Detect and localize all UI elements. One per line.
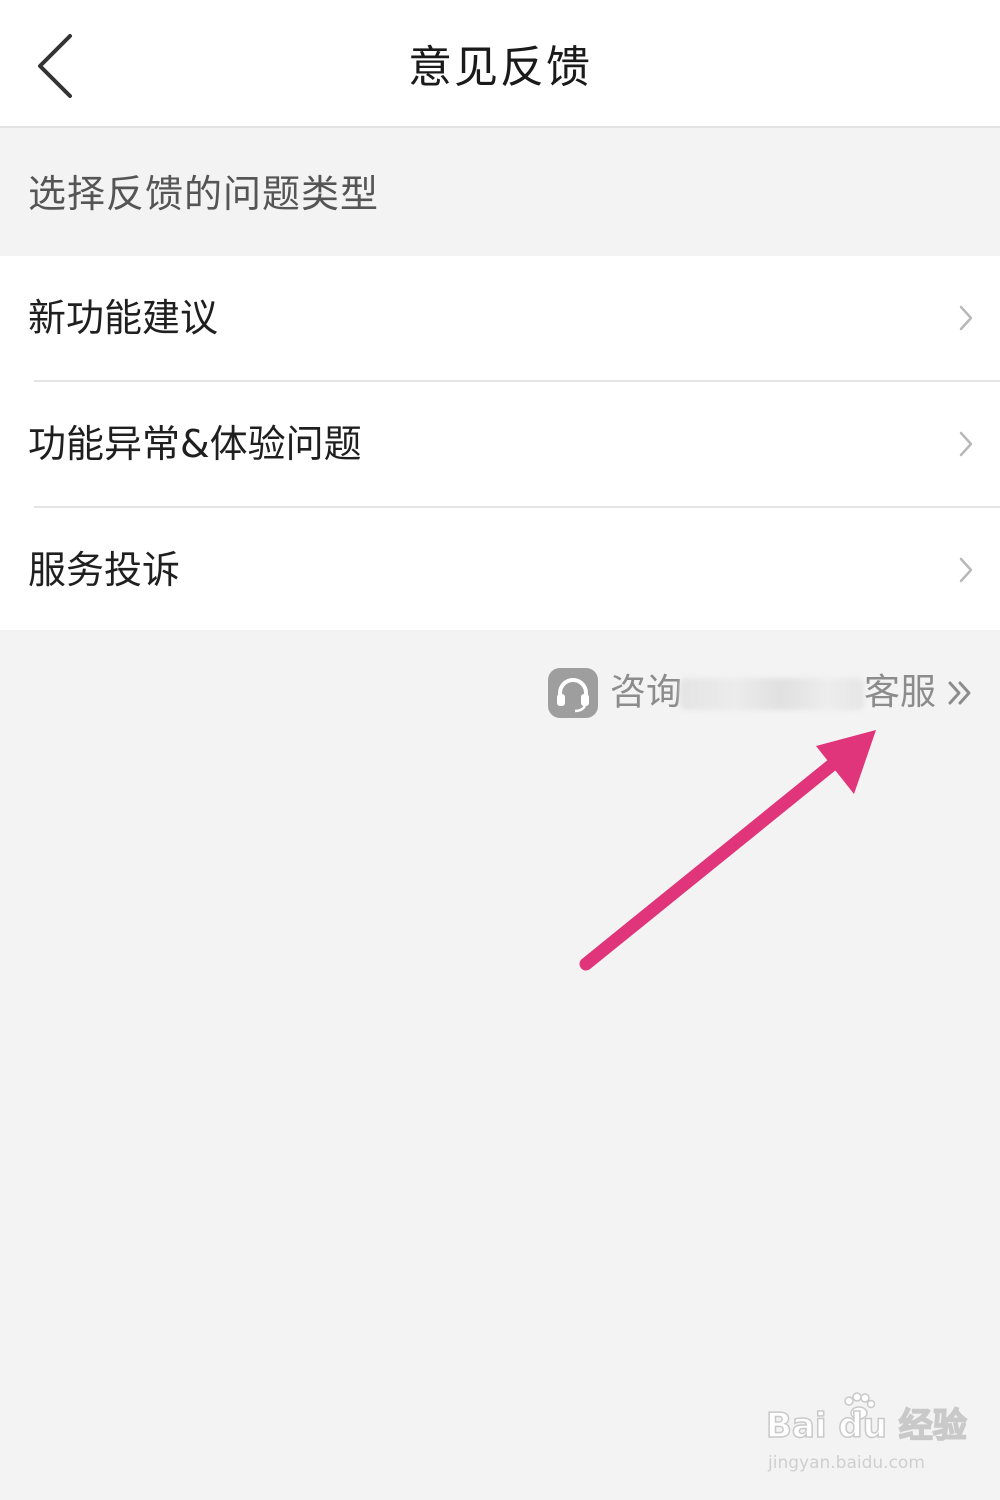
top-nav-bar: 意见反馈 (0, 0, 1000, 128)
list-item-label: 功能异常&体验问题 (28, 422, 362, 466)
consult-suffix-text: 客服 (864, 672, 937, 713)
blurred-text (680, 678, 864, 710)
double-chevron-right-icon (948, 681, 971, 705)
watermark-url: jingyan.baidu.com (768, 1453, 925, 1473)
chevron-right-icon (959, 431, 973, 457)
consult-customer-service-link[interactable]: 咨询 客服 (548, 666, 978, 720)
chevron-right-icon (959, 305, 973, 331)
page-title: 意见反馈 (408, 42, 592, 93)
baidu-jingyan-watermark: Bai du 经验 jingyan.baidu.com (762, 1392, 967, 1482)
feedback-type-list: 新功能建议 功能异常&体验问题 服务投诉 (0, 256, 1000, 630)
section-title: 选择反馈的问题类型 (28, 172, 380, 216)
list-item-label: 新功能建议 (28, 296, 219, 340)
list-item-label: 服务投诉 (28, 548, 181, 592)
headset-icon (548, 668, 598, 718)
consult-prefix-text: 咨询 (610, 672, 683, 713)
pointer-arrow-icon (579, 730, 876, 971)
feedback-type-service-complaint[interactable]: 服务投诉 (0, 508, 1000, 632)
watermark-logo: Bai du 经验 (765, 1405, 967, 1447)
chevron-right-icon (959, 557, 973, 583)
feedback-type-new-feature[interactable]: 新功能建议 (0, 256, 1000, 380)
feedback-type-bug-experience[interactable]: 功能异常&体验问题 (0, 382, 1000, 506)
